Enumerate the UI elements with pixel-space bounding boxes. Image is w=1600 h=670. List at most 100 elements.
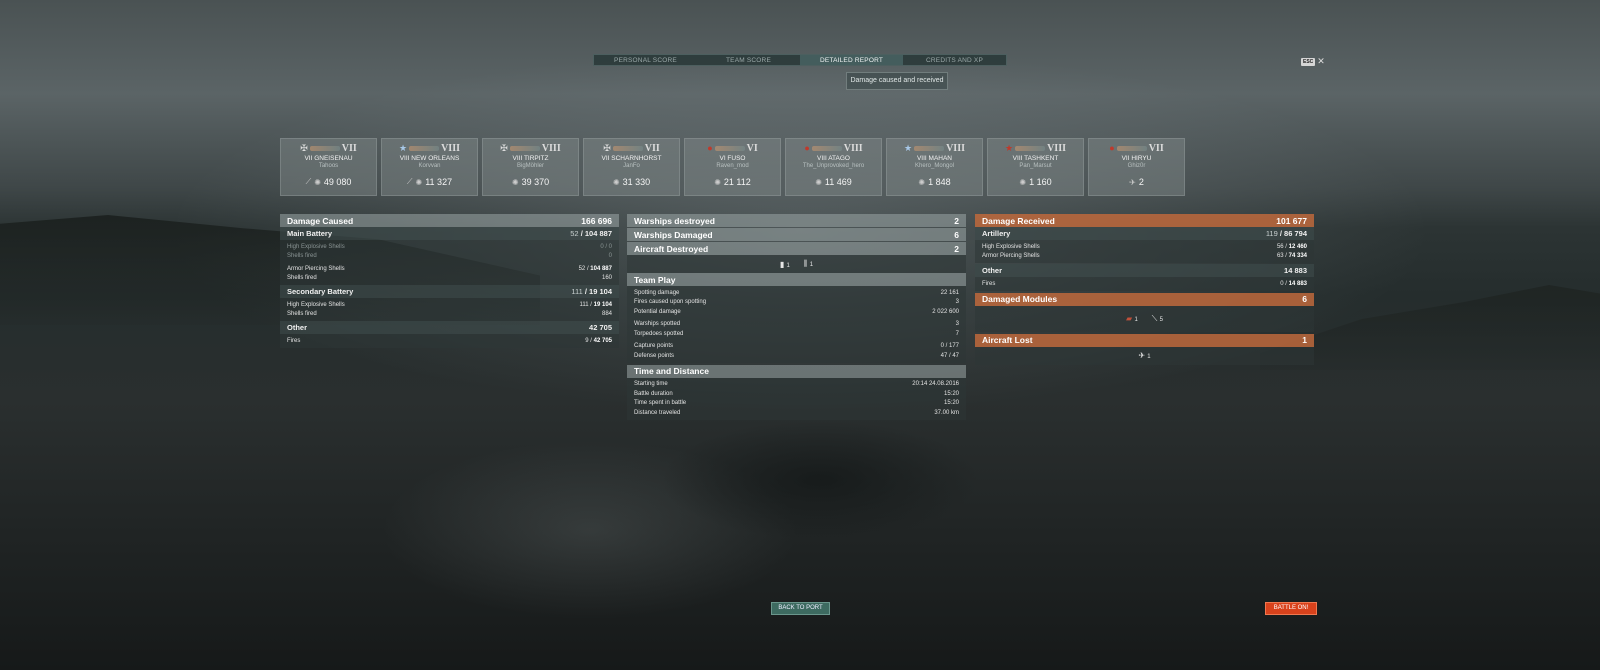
damage-caused-header: Damage Caused 166 696 [280, 214, 619, 227]
back-to-port-button[interactable]: BACK TO PORT [771, 602, 830, 615]
detail-line: Starting time 20:14 24.08.2016 [627, 380, 966, 390]
other-received-section: Other 14 883 [975, 264, 1314, 277]
section-value: 14 883 [1284, 266, 1307, 275]
detail-line: Shells fired 884 [280, 310, 619, 320]
section-value: 119 / 86 794 [1265, 229, 1307, 238]
line-label: Fires caused upon spotting [634, 299, 707, 306]
tab-detailed-report[interactable]: DETAILED REPORT [800, 55, 903, 65]
line-value: 52 / 104 887 [578, 265, 612, 272]
line-value: 0 / 14 883 [1280, 280, 1307, 287]
player-name: Khero_Mongol [914, 163, 955, 169]
other-received-details: Fires 0 / 14 883 [975, 277, 1314, 291]
detail-line: Armor Piercing Shells 52 / 104 887 [280, 264, 619, 274]
ship-card[interactable]: ● VI VI FUSO Raven_mod ✺ 21 112 [684, 138, 781, 196]
background-ship [660, 420, 980, 540]
plane-icon: ✈ 1 [1138, 351, 1151, 360]
tab-personal-score[interactable]: PERSONAL SCORE [594, 55, 697, 65]
ship-card[interactable]: ✠ VII VII SCHARNHORST JanFo ✺ 31 330 [583, 138, 680, 196]
fighter-icon: ▮ 1 [779, 259, 790, 269]
aircraft-destroyed-icons: ▮ 1 ⫼ 1 [627, 255, 966, 273]
ship-silhouette-icon [309, 145, 340, 151]
steering-icon: ⟍ 5 [1151, 313, 1163, 323]
ship-card[interactable]: ★ VIII VIII TASHKENT Pan_Marsut ✺ 1 160 [987, 138, 1084, 196]
ship-name: VII HIRYU [1121, 155, 1152, 162]
subtab-damage[interactable]: Damage caused and received [846, 72, 948, 90]
section-value: 42 705 [589, 323, 612, 332]
player-name: Tahoos [318, 163, 339, 169]
player-name: Ghiz0r [1127, 163, 1146, 169]
ship-name: VI FUSO [719, 155, 746, 162]
line-label: Fires [982, 280, 996, 287]
torpedo-icon: ⟋ [305, 177, 312, 186]
time-distance-header: Time and Distance [627, 364, 966, 378]
hit-count: 56 [1276, 243, 1284, 250]
damage-caused-panel: Damage Caused 166 696 Main Battery 52 / … [280, 214, 619, 348]
damage-value: 19 104 [593, 301, 612, 308]
hit-count: 52 [578, 265, 586, 272]
ship-card[interactable]: ★ VIII VIII MAHAN Khero_Mongol ✺ 1 848 [886, 138, 983, 196]
detail-line: High Explosive Shells 0 / 0 [280, 242, 619, 252]
damage-total: 104 887 [584, 229, 612, 238]
player-name: The_Unprovoked_hero [802, 163, 865, 169]
ship-card[interactable]: ✠ VII VII GNEISENAU Tahoos ⟋ ✺ 49 080 [280, 138, 377, 196]
header-value: 6 [1302, 294, 1307, 304]
damage-icon: ✺ [314, 177, 321, 187]
ship-silhouette-icon [714, 145, 745, 151]
ship-card[interactable]: ★ VIII VIII NEW ORLEANS Korvvan ⟋ ✺ 11 327 [381, 138, 478, 196]
line-value: 3 [955, 321, 959, 328]
detail-line: Shells fired 0 [280, 252, 619, 262]
line-value: 0 [608, 253, 612, 260]
ship-name: VIII NEW ORLEANS [399, 155, 460, 162]
ship-tier: VIII [843, 142, 863, 154]
detail-line: Time spent in battle 15:20 [627, 399, 966, 409]
detail-line: Distance traveled 37.00 km [627, 408, 966, 418]
icon-count: 5 [1159, 316, 1163, 323]
hit-count: 63 [1276, 253, 1284, 260]
battle-button[interactable]: BATTLE ON! [1265, 602, 1317, 615]
close-button[interactable]: ESC ✕ [1301, 56, 1325, 67]
ship-card[interactable]: ✠ VIII VIII TIRPITZ BigMöhler ✺ 39 370 [482, 138, 579, 196]
ussr-flag-icon: ★ [1005, 142, 1014, 153]
tab-team-score[interactable]: TEAM SCORE [697, 55, 800, 65]
ship-name: VII SCHARNHORST [601, 155, 662, 162]
header-label: Damage Caused [287, 215, 354, 226]
line-label: Shells fired [287, 311, 317, 318]
player-name: Korvvan [418, 163, 441, 169]
player-name: Pan_Marsut [1019, 163, 1052, 169]
team-play-header: Team Play [627, 273, 966, 286]
warships-damaged-row: Warships Damaged 6 [627, 228, 966, 241]
line-value: 9 / 42 705 [585, 337, 612, 344]
ship-tier: VI [746, 142, 758, 154]
line-value: 884 [601, 311, 612, 318]
damage-value: 1 848 [928, 177, 951, 187]
damage-icon: ✺ [511, 177, 519, 187]
icon-count: 1 [786, 262, 790, 269]
tab-bar: PERSONAL SCORE TEAM SCORE DETAILED REPOR… [593, 54, 1007, 66]
detail-line: High Explosive Shells 111 / 19 104 [280, 300, 619, 310]
tab-credits-xp[interactable]: CREDITS AND XP [903, 55, 1006, 65]
aircraft-destroyed-row: Aircraft Destroyed 2 [627, 242, 966, 255]
line-value: 63 / 74 334 [1276, 253, 1307, 260]
detail-line: Fires 0 / 14 883 [975, 279, 1314, 289]
damage-received-header: Damage Received 101 677 [975, 214, 1314, 227]
header-label: Damage Received [982, 215, 1055, 226]
ship-card[interactable]: ● VII VII HIRYU Ghiz0r ✈ 2 [1088, 138, 1185, 196]
row-label: Aircraft Destroyed [634, 243, 709, 254]
header-label: Time and Distance [634, 366, 709, 376]
ship-tier: VIII [1047, 142, 1066, 154]
aircraft-lost-icons: ✈ 1 [975, 346, 1314, 365]
ship-tier: VIII [946, 142, 965, 154]
line-label: Armor Piercing Shells [982, 253, 1040, 260]
germany-flag-icon: ✠ [500, 142, 508, 153]
ship-tier: VII [1148, 142, 1164, 154]
row-label: Warships destroyed [634, 215, 715, 226]
header-label: Damaged Modules [982, 294, 1058, 304]
aircraft-lost-header: Aircraft Lost 1 [975, 333, 1314, 347]
line-label: Capture points [634, 343, 674, 350]
ship-card[interactable]: ● VIII VIII ATAGO The_Unprovoked_hero ✺ 11… [785, 138, 882, 196]
damaged-modules-icons: ▰ 1 ⟍ 5 [975, 305, 1314, 332]
row-value: 2 [954, 215, 959, 226]
damaged-modules-header: Damaged Modules 6 [975, 292, 1314, 306]
close-icon: ✕ [1317, 56, 1325, 66]
line-label: Torpedoes spotted [634, 330, 684, 337]
